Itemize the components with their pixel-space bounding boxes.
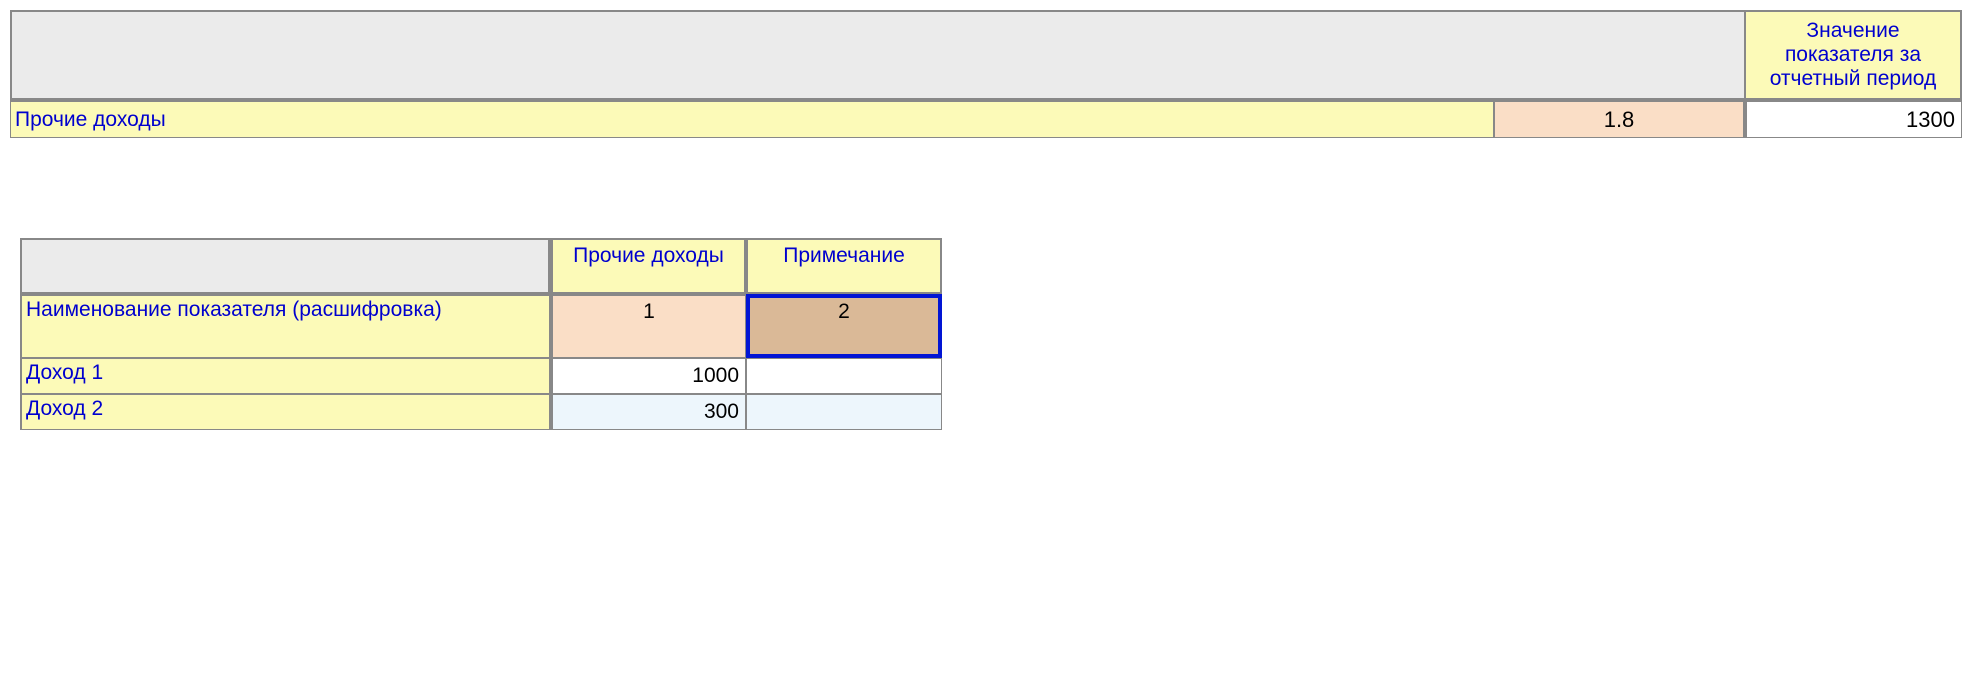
col-header-other-income: Прочие доходы	[550, 238, 746, 294]
col-header-note: Примечание	[746, 238, 942, 294]
value-period-header: Значение показателя за отчетный период	[1744, 10, 1962, 100]
other-income-code[interactable]: 1.8	[1494, 100, 1744, 138]
other-income-label: Прочие доходы	[10, 100, 1494, 138]
income-2-label: Доход 2	[20, 394, 550, 430]
income-2-note[interactable]	[746, 394, 942, 430]
other-income-value[interactable]: 1300	[1744, 100, 1962, 138]
main-summary-table: Значение показателя за отчетный период П…	[10, 10, 1962, 138]
breakdown-table: Прочие доходы Примечание Наименование по…	[20, 238, 942, 430]
blank-header	[10, 10, 1744, 100]
income-1-label: Доход 1	[20, 358, 550, 394]
col-number-1[interactable]: 1	[550, 294, 746, 358]
indicator-name-header: Наименование показателя (расшифровка)	[20, 294, 550, 358]
blank-corner	[20, 238, 550, 294]
income-2-value[interactable]: 300	[550, 394, 746, 430]
col-number-2-selected[interactable]: 2	[746, 294, 942, 358]
income-1-value[interactable]: 1000	[550, 358, 746, 394]
income-1-note[interactable]	[746, 358, 942, 394]
